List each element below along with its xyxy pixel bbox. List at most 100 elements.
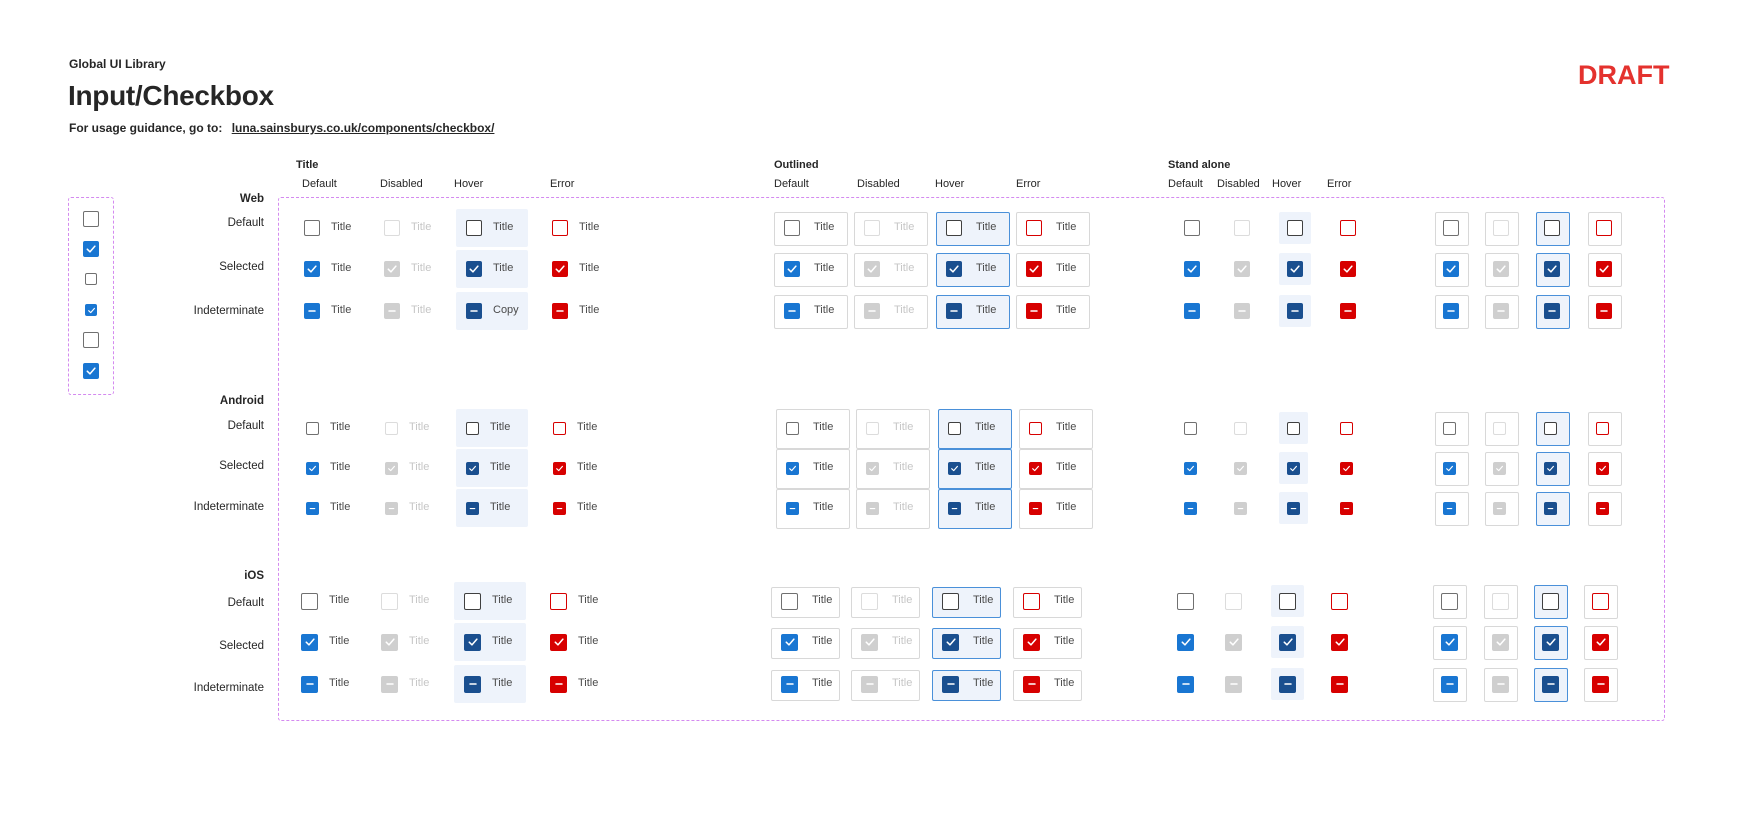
checkbox-unchecked-icon[interactable] — [1287, 220, 1303, 236]
checkbox-indeterminate-icon[interactable] — [1023, 675, 1040, 693]
checkbox-checked-icon[interactable] — [85, 304, 97, 316]
checkbox-checked-icon[interactable] — [550, 633, 567, 651]
checkbox-checked-icon[interactable] — [1177, 633, 1194, 651]
checkbox-unchecked-icon[interactable] — [1279, 592, 1296, 610]
checkbox-unchecked-icon[interactable] — [1177, 592, 1194, 610]
checkbox-indeterminate-icon[interactable] — [1026, 303, 1042, 319]
checkbox-indeterminate-icon[interactable] — [1287, 303, 1303, 319]
checkbox-unchecked-icon[interactable] — [301, 592, 318, 610]
checkbox-unchecked-icon[interactable] — [1287, 421, 1300, 435]
checkbox-checked-icon[interactable] — [301, 633, 318, 651]
checkbox-indeterminate-icon[interactable] — [942, 675, 959, 693]
checkbox-indeterminate-icon[interactable] — [1184, 501, 1197, 515]
checkbox-checked-icon[interactable] — [1592, 633, 1609, 651]
checkbox-indeterminate-icon[interactable] — [553, 501, 566, 515]
checkbox-indeterminate-icon[interactable] — [1544, 303, 1560, 319]
checkbox-checked-icon[interactable] — [1279, 633, 1296, 651]
checkbox-checked-icon[interactable] — [1443, 261, 1459, 277]
checkbox-checked-icon[interactable] — [1340, 261, 1356, 277]
checkbox-checked-icon[interactable] — [948, 461, 961, 475]
checkbox-unchecked-icon[interactable] — [1441, 592, 1458, 610]
checkbox-checked-icon[interactable] — [466, 261, 482, 277]
checkbox-indeterminate-icon[interactable] — [786, 501, 799, 515]
checkbox-unchecked-icon[interactable] — [1184, 421, 1197, 435]
checkbox-unchecked-icon[interactable] — [1592, 592, 1609, 610]
checkbox-indeterminate-icon[interactable] — [1279, 675, 1296, 693]
checkbox-unchecked-icon[interactable] — [1596, 421, 1609, 435]
checkbox-indeterminate-icon[interactable] — [1340, 303, 1356, 319]
checkbox-indeterminate-icon[interactable] — [304, 303, 320, 319]
checkbox-unchecked-icon[interactable] — [946, 220, 962, 236]
checkbox-unchecked-icon[interactable] — [1596, 220, 1612, 236]
checkbox-indeterminate-icon[interactable] — [1544, 501, 1557, 515]
checkbox-unchecked-icon[interactable] — [83, 211, 99, 227]
checkbox-unchecked-icon[interactable] — [1542, 592, 1559, 610]
checkbox-checked-icon[interactable] — [946, 261, 962, 277]
checkbox-indeterminate-icon[interactable] — [550, 675, 567, 693]
checkbox-indeterminate-icon[interactable] — [1596, 501, 1609, 515]
checkbox-checked-icon[interactable] — [466, 461, 479, 475]
checkbox-checked-icon[interactable] — [1331, 633, 1348, 651]
checkbox-checked-icon[interactable] — [83, 241, 99, 257]
checkbox-indeterminate-icon[interactable] — [1029, 501, 1042, 515]
checkbox-unchecked-icon[interactable] — [1184, 220, 1200, 236]
checkbox-indeterminate-icon[interactable] — [301, 675, 318, 693]
checkbox-checked-icon[interactable] — [552, 261, 568, 277]
checkbox-unchecked-icon[interactable] — [553, 421, 566, 435]
checkbox-indeterminate-icon[interactable] — [1542, 675, 1559, 693]
checkbox-checked-icon[interactable] — [786, 461, 799, 475]
checkbox-indeterminate-icon[interactable] — [464, 675, 481, 693]
checkbox-unchecked-icon[interactable] — [1340, 220, 1356, 236]
checkbox-checked-icon[interactable] — [1544, 261, 1560, 277]
checkbox-unchecked-icon[interactable] — [1340, 421, 1353, 435]
checkbox-checked-icon[interactable] — [1023, 633, 1040, 651]
checkbox-unchecked-icon[interactable] — [1026, 220, 1042, 236]
checkbox-checked-icon[interactable] — [1026, 261, 1042, 277]
guidance-link[interactable]: luna.sainsburys.co.uk/components/checkbo… — [232, 121, 495, 135]
checkbox-indeterminate-icon[interactable] — [1331, 675, 1348, 693]
checkbox-unchecked-icon[interactable] — [942, 592, 959, 610]
checkbox-checked-icon[interactable] — [1287, 461, 1300, 475]
checkbox-unchecked-icon[interactable] — [784, 220, 800, 236]
checkbox-indeterminate-icon[interactable] — [784, 303, 800, 319]
checkbox-unchecked-icon[interactable] — [306, 421, 319, 435]
checkbox-checked-icon[interactable] — [464, 633, 481, 651]
checkbox-unchecked-icon[interactable] — [550, 592, 567, 610]
checkbox-indeterminate-icon[interactable] — [1596, 303, 1612, 319]
checkbox-checked-icon[interactable] — [1544, 461, 1557, 475]
checkbox-unchecked-icon[interactable] — [1023, 592, 1040, 610]
checkbox-indeterminate-icon[interactable] — [466, 303, 482, 319]
checkbox-unchecked-icon[interactable] — [1029, 421, 1042, 435]
checkbox-unchecked-icon[interactable] — [1331, 592, 1348, 610]
checkbox-indeterminate-icon[interactable] — [1443, 303, 1459, 319]
checkbox-unchecked-icon[interactable] — [552, 220, 568, 236]
checkbox-unchecked-icon[interactable] — [1443, 220, 1459, 236]
checkbox-indeterminate-icon[interactable] — [466, 501, 479, 515]
checkbox-indeterminate-icon[interactable] — [1441, 675, 1458, 693]
checkbox-checked-icon[interactable] — [1441, 633, 1458, 651]
checkbox-indeterminate-icon[interactable] — [781, 675, 798, 693]
checkbox-checked-icon[interactable] — [306, 461, 319, 475]
checkbox-unchecked-icon[interactable] — [466, 421, 479, 435]
checkbox-checked-icon[interactable] — [784, 261, 800, 277]
checkbox-checked-icon[interactable] — [1596, 261, 1612, 277]
checkbox-checked-icon[interactable] — [1542, 633, 1559, 651]
checkbox-checked-icon[interactable] — [1287, 261, 1303, 277]
checkbox-checked-icon[interactable] — [781, 633, 798, 651]
checkbox-checked-icon[interactable] — [1184, 261, 1200, 277]
checkbox-indeterminate-icon[interactable] — [1184, 303, 1200, 319]
checkbox-unchecked-icon[interactable] — [1544, 421, 1557, 435]
checkbox-unchecked-icon[interactable] — [948, 421, 961, 435]
checkbox-unchecked-icon[interactable] — [83, 332, 99, 348]
checkbox-unchecked-icon[interactable] — [786, 421, 799, 435]
checkbox-checked-icon[interactable] — [1340, 461, 1353, 475]
checkbox-checked-icon[interactable] — [304, 261, 320, 277]
checkbox-indeterminate-icon[interactable] — [1443, 501, 1456, 515]
checkbox-unchecked-icon[interactable] — [1544, 220, 1560, 236]
checkbox-checked-icon[interactable] — [1184, 461, 1197, 475]
checkbox-checked-icon[interactable] — [83, 363, 99, 379]
checkbox-indeterminate-icon[interactable] — [306, 501, 319, 515]
checkbox-indeterminate-icon[interactable] — [1177, 675, 1194, 693]
checkbox-checked-icon[interactable] — [553, 461, 566, 475]
checkbox-unchecked-icon[interactable] — [85, 273, 97, 285]
